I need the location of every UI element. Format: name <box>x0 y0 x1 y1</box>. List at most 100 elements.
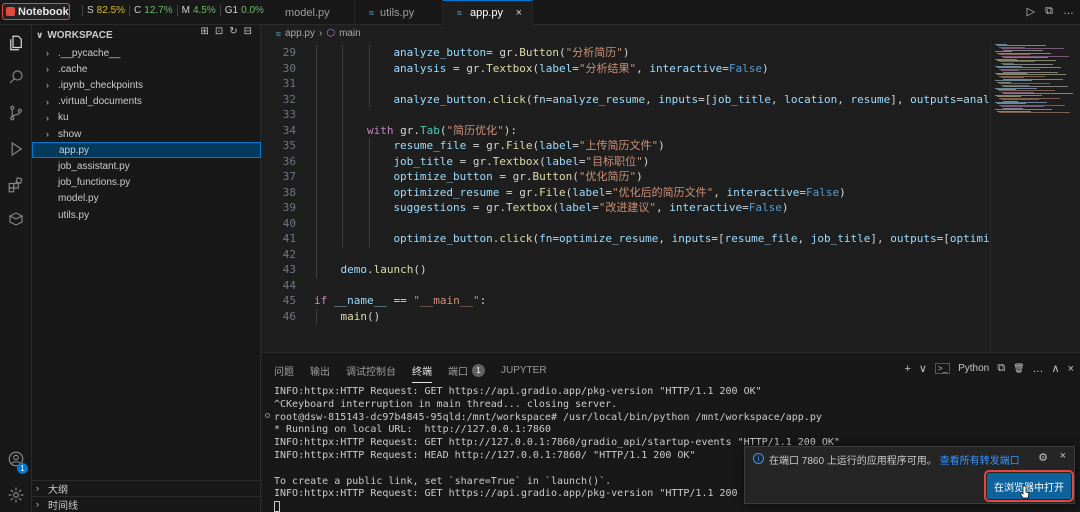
explorer-actions: ⊞ ⊡ ↻ ⊟ <box>200 26 252 37</box>
tab-app-py[interactable]: ≈ app.py × <box>443 0 533 25</box>
line-number: 35 <box>282 139 296 152</box>
code-token: = <box>722 61 729 75</box>
code-token: Button <box>519 46 560 59</box>
indent-guide <box>368 45 370 61</box>
panel-tab[interactable]: 端口 1 <box>448 363 485 378</box>
extensions-icon[interactable] <box>6 175 26 195</box>
notebook-badge[interactable]: Notebook <box>2 3 70 20</box>
indent-guide <box>368 138 370 154</box>
panel-tab[interactable]: 调试控制台 <box>346 363 396 378</box>
indent-guide <box>316 184 317 200</box>
remote-icon[interactable] <box>6 209 26 229</box>
indent-guide <box>342 184 344 200</box>
code-line: 45 if __name__ == "__main__": <box>262 293 990 309</box>
chevron-right-icon: › <box>46 129 49 139</box>
indent-guide <box>316 138 317 154</box>
tree-folder[interactable]: › show <box>32 126 261 142</box>
code-editor[interactable]: 29 analyze_button= gr.Button("分析简历") 30 ana… <box>262 42 990 352</box>
tree-folder[interactable]: › ku <box>32 110 261 126</box>
tree-label: show <box>58 128 82 140</box>
tree-label: .virtual_documents <box>58 96 142 108</box>
close-icon[interactable]: × <box>1060 450 1066 462</box>
tree-file[interactable]: utils.py <box>32 207 261 223</box>
collapse-all-icon[interactable]: ⊟ <box>244 26 252 37</box>
title-bar: Notebook S 82.5% C 12.7% M 4.5% G1 0.0% model.p… <box>0 0 1080 25</box>
indent-guide <box>368 76 370 92</box>
trash-icon[interactable]: 🗑 <box>1013 363 1024 374</box>
notebook-label: Notebook <box>18 5 69 18</box>
tab-utils-py[interactable]: ≈ utils.py <box>355 0 443 25</box>
tree-folder[interactable]: › .virtual_documents <box>32 94 261 110</box>
tree-folder[interactable]: › .__pycache__ <box>32 45 261 61</box>
timeline-section[interactable]: › 时间线 <box>32 496 261 512</box>
maximize-panel-icon[interactable]: ∧ <box>1052 362 1060 375</box>
metric-key: S <box>87 5 94 16</box>
terminal-cursor <box>274 501 280 512</box>
refresh-icon[interactable]: ↻ <box>229 26 237 37</box>
view-ports-link[interactable]: 查看所有转发端口 <box>940 456 1020 467</box>
panel-tab[interactable]: 问题 <box>274 363 294 378</box>
code-token: = gr. <box>453 154 493 168</box>
code-token: ) <box>642 154 650 168</box>
tree-file[interactable]: model.py <box>32 191 261 207</box>
tree-file[interactable]: job_assistant.py <box>32 158 261 174</box>
indent-guide <box>342 60 344 76</box>
code-text: analyze_button= gr.Button("分析简历") <box>393 45 629 61</box>
code-token: click <box>499 232 533 245</box>
gear-icon[interactable]: ⚙ <box>1038 451 1048 464</box>
code-token: ) <box>636 170 643 183</box>
code-token: = <box>572 61 579 75</box>
breadcrumb-file[interactable]: app.py <box>285 28 315 39</box>
tree-folder[interactable]: › .cache <box>32 61 261 77</box>
terminal-shell-name[interactable]: Python <box>958 363 989 374</box>
code-token: analysis <box>963 92 990 106</box>
breadcrumb: ≈ app.py › ⬡ main <box>262 25 1080 42</box>
tree-file[interactable]: job_functions.py <box>32 175 261 191</box>
new-file-icon[interactable]: ⊞ <box>200 26 208 37</box>
explorer-sidebar: ∨ WORKSPACE ⊞ ⊡ ↻ ⊟ › .__pycache__ › .cache… <box>32 25 261 512</box>
code-token: Textbox <box>486 61 533 75</box>
code-text: analyze_button.click(fn=analyze_resume, … <box>393 92 990 108</box>
code-token: label <box>559 201 593 214</box>
close-panel-icon[interactable]: × <box>1068 363 1074 375</box>
source-control-icon[interactable] <box>6 103 26 123</box>
code-token: ) <box>839 185 846 199</box>
notebook-icon <box>6 7 15 16</box>
chevron-right-icon: › <box>36 483 39 493</box>
tree-folder[interactable]: › .ipynb_checkpoints <box>32 77 261 93</box>
line-number: 37 <box>282 170 296 183</box>
split-terminal-icon[interactable]: ⧉ <box>997 362 1005 375</box>
line-number: 43 <box>282 263 296 276</box>
gear-icon[interactable] <box>6 485 26 505</box>
panel-tab[interactable]: 终端 <box>412 363 432 383</box>
chevron-down-icon[interactable]: ∨ <box>919 362 927 375</box>
chevron-right-icon: › <box>46 112 49 123</box>
explorer-icon[interactable] <box>6 33 26 53</box>
more-actions-icon[interactable]: … <box>1063 5 1074 18</box>
outline-section[interactable]: › 大纲 <box>32 480 261 496</box>
code-token: optimize_resume <box>559 232 659 245</box>
new-terminal-icon[interactable]: + <box>904 363 910 375</box>
new-folder-icon[interactable]: ⊡ <box>215 26 223 37</box>
close-icon[interactable]: × <box>516 7 522 19</box>
code-line: 41 optimize_button.click(fn=optimize_resu… <box>262 231 990 247</box>
run-debug-icon[interactable] <box>6 139 26 159</box>
search-icon[interactable] <box>6 67 26 87</box>
indent-guide <box>316 107 317 123</box>
run-icon[interactable]: ▷ <box>1027 5 1035 18</box>
more-actions-icon[interactable]: … <box>1033 363 1044 375</box>
panel-tab[interactable]: 输出 <box>310 363 330 378</box>
tab-label: utils.py <box>379 6 415 19</box>
minimap[interactable] <box>990 42 1080 352</box>
panel-tab[interactable]: JUPYTER <box>501 363 547 378</box>
code-line: 37 optimize_button = gr.Button("优化简历") <box>262 169 990 185</box>
code-token: ) <box>781 201 789 214</box>
split-editor-icon[interactable]: ⧉ <box>1045 5 1053 18</box>
code-token: () <box>366 309 381 323</box>
tab-model-py[interactable]: model.py <box>285 0 355 25</box>
indent-guide <box>368 91 370 107</box>
breadcrumb-symbol[interactable]: main <box>339 28 361 39</box>
indent-guide <box>316 246 317 262</box>
tree-file[interactable]: app.py <box>32 142 261 159</box>
indent-guide <box>316 169 317 185</box>
